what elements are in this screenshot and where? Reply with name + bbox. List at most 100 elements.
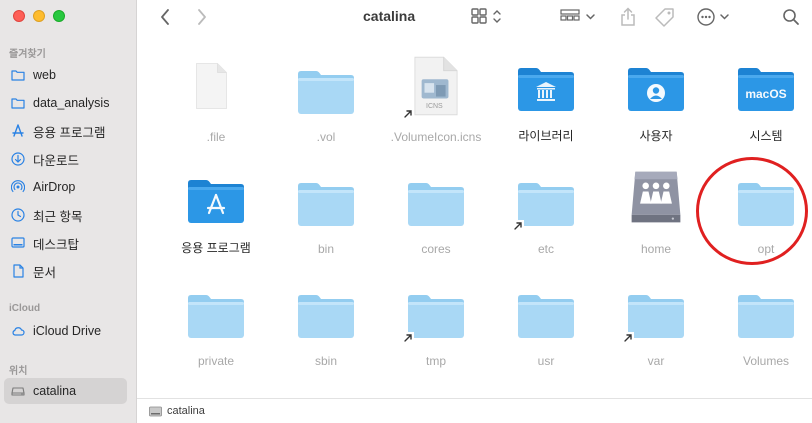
chevron-right-icon	[198, 9, 206, 25]
sidebar-item-data-analysis[interactable]: data_analysis	[4, 90, 127, 116]
icon-view-grid-icon	[471, 8, 501, 24]
file-item[interactable]: opt	[711, 146, 812, 256]
icns-badge: ICNS	[426, 103, 443, 110]
file-item[interactable]: etc	[491, 146, 601, 256]
drive-icon	[11, 384, 25, 398]
drive-icon	[149, 406, 162, 416]
file-item[interactable]: ICNS .VolumeIcon.icns	[381, 34, 491, 144]
share-icon	[621, 7, 635, 26]
applications-icon	[11, 124, 25, 138]
folder-icon	[734, 280, 798, 342]
file-item[interactable]: private	[161, 258, 271, 368]
file-item-label: 시스템	[749, 129, 783, 143]
document-icon	[11, 264, 25, 278]
folder-icon	[294, 168, 358, 230]
file-item[interactable]: .vol	[271, 34, 381, 144]
file-item-label: bin	[317, 242, 334, 256]
forward-button[interactable]	[192, 6, 212, 28]
zoom-window-button[interactable]	[53, 10, 65, 22]
file-item[interactable]: var	[601, 258, 711, 368]
folder-icon	[734, 168, 798, 230]
folder-icon	[402, 280, 468, 344]
file-item-label: var	[647, 354, 665, 368]
download-icon	[11, 152, 25, 166]
search-icon	[783, 9, 799, 25]
file-grid: .file .vol ICNS .VolumeIcon.icns 라이브러리 사용자 mac…	[137, 34, 812, 398]
alias-arrow-icon	[402, 332, 414, 344]
sidebar-item-label: web	[33, 68, 56, 82]
file-item[interactable]: 응용 프로그램	[161, 146, 271, 256]
file-item-label: 사용자	[639, 129, 673, 143]
file-item[interactable]: 사용자	[601, 34, 711, 144]
file-item-label: opt	[757, 242, 775, 256]
window-title: catalina	[363, 8, 416, 24]
system-folder-icon: macOS	[734, 56, 798, 115]
sidebar-item-airdrop[interactable]: AirDrop	[4, 174, 127, 200]
file-item[interactable]: tmp	[381, 258, 491, 368]
toolbar: catalina	[137, 0, 812, 34]
minimize-window-button[interactable]	[33, 10, 45, 22]
file-item[interactable]: macOS 시스템	[711, 34, 812, 144]
folder-icon	[294, 56, 358, 118]
sidebar-item[interactable]: 문서	[4, 258, 127, 284]
file-item[interactable]: sbin	[271, 258, 381, 368]
ellipsis-circle-icon	[697, 8, 729, 26]
share-button[interactable]	[617, 6, 639, 28]
file-item-label: tmp	[425, 354, 446, 368]
folder-icon	[512, 168, 578, 232]
search-button[interactable]	[780, 6, 802, 28]
group-by-button[interactable]	[559, 6, 599, 28]
view-mode-button[interactable]	[470, 6, 506, 28]
file-item-label: .vol	[316, 130, 336, 144]
locations-section-label: 위치	[9, 366, 28, 377]
file-item-label: etc	[537, 242, 554, 256]
desktop-icon	[11, 236, 25, 250]
sidebar-item[interactable]: 데스크탑	[4, 230, 127, 256]
file-item[interactable]: 라이브러리	[491, 34, 601, 144]
svg-text:macOS: macOS	[745, 87, 786, 101]
folder-icon	[622, 280, 688, 344]
tag-icon	[655, 8, 674, 27]
document-icon	[184, 56, 248, 118]
sidebar-item-label: 최근 항목	[33, 209, 83, 224]
file-item[interactable]: Volumes	[711, 258, 812, 368]
file-item[interactable]: .file	[161, 34, 271, 144]
home-drive-icon	[624, 168, 688, 230]
sidebar-item[interactable]: 응용 프로그램	[4, 118, 127, 144]
file-item[interactable]: usr	[491, 258, 601, 368]
sidebar-item[interactable]: 다운로드	[4, 146, 127, 172]
file-item-label: 라이브러리	[518, 129, 574, 143]
file-item-label: sbin	[314, 354, 337, 368]
back-button[interactable]	[155, 6, 175, 28]
applications-folder-icon	[184, 168, 248, 227]
tags-button[interactable]	[652, 6, 678, 28]
cloud-icon	[11, 324, 25, 338]
chevron-left-icon	[161, 9, 169, 25]
path-bar-label[interactable]: catalina	[167, 405, 205, 417]
close-window-button[interactable]	[13, 10, 25, 22]
sidebar-item-label: AirDrop	[33, 180, 76, 194]
file-item[interactable]: bin	[271, 146, 381, 256]
airdrop-icon	[11, 180, 25, 194]
sidebar-item-label: 응용 프로그램	[33, 125, 106, 140]
sidebar-item-web[interactable]: web	[4, 62, 127, 88]
folder-icon	[294, 280, 358, 342]
sidebar: 즐겨찾기 web data_analysis 응용 프로그램 다운로드 AirDrop 최…	[0, 0, 137, 423]
sidebar-item-icloud-drive[interactable]: iCloud Drive	[4, 318, 127, 344]
file-item-label: 응용 프로그램	[181, 241, 251, 255]
alias-arrow-icon	[622, 332, 634, 344]
file-item[interactable]: cores	[381, 146, 491, 256]
library-folder-icon	[514, 56, 578, 115]
action-menu-button[interactable]	[694, 6, 734, 28]
file-item[interactable]: home	[601, 146, 711, 256]
file-item-label: private	[197, 354, 235, 368]
sidebar-item-label: data_analysis	[33, 96, 110, 110]
sidebar-item-label: 데스크탑	[33, 237, 80, 252]
alias-arrow-icon	[402, 108, 414, 120]
folder-icon	[11, 96, 25, 110]
file-item-label: usr	[537, 354, 555, 368]
window-controls	[13, 10, 65, 22]
file-item-label: Volumes	[742, 354, 790, 368]
sidebar-item-catalina[interactable]: catalina	[4, 378, 127, 404]
sidebar-item[interactable]: 최근 항목	[4, 202, 127, 228]
